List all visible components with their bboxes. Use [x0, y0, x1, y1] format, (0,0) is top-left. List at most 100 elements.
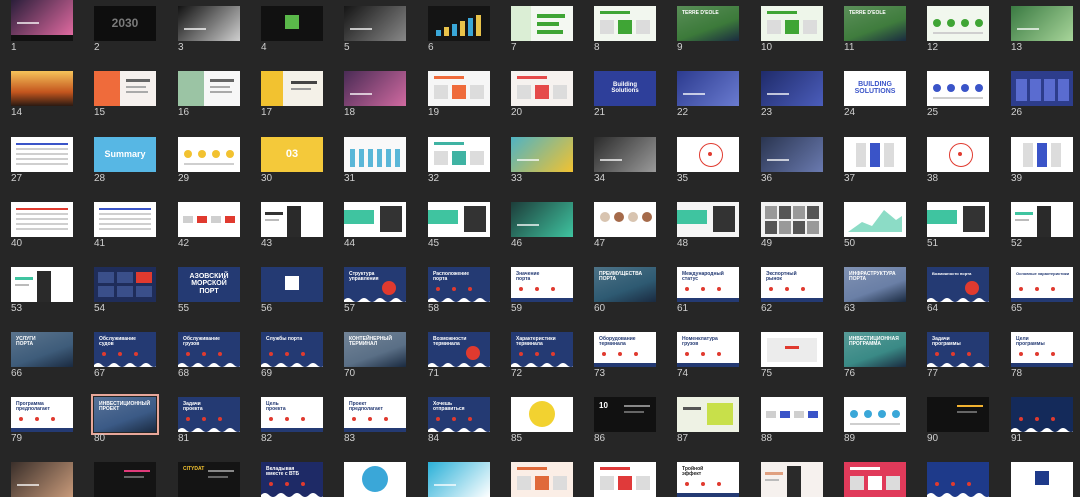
slide-thumbnail[interactable] — [511, 6, 573, 41]
slide-thumbnail[interactable] — [677, 71, 739, 106]
slide-thumbnail[interactable] — [511, 137, 573, 172]
slide-thumbnail[interactable] — [594, 462, 656, 497]
slide-thumbnail[interactable] — [927, 71, 989, 106]
slide-thumbnail[interactable] — [344, 6, 406, 41]
slide-thumbnail[interactable]: Службы порта — [261, 332, 323, 367]
slide-thumbnail[interactable] — [94, 267, 156, 302]
slide-thumbnail[interactable]: АЗОВСКИЙ МОРСКОЙ ПОРТ — [178, 267, 240, 302]
slide-thumbnail[interactable] — [594, 202, 656, 237]
slide-thumbnail[interactable] — [11, 71, 73, 106]
slide-thumbnail[interactable]: Хочешь отправиться — [428, 397, 490, 432]
slide-thumbnail[interactable]: Обслуживание грузов — [178, 332, 240, 367]
slide-thumbnail[interactable] — [927, 6, 989, 41]
slide-thumbnail[interactable]: ПРЕИМУЩЕСТВА ПОРТА — [594, 267, 656, 302]
slide-thumbnail[interactable] — [761, 332, 823, 367]
slide-thumbnail[interactable]: Задачи проекта — [178, 397, 240, 432]
slide-thumbnail[interactable]: TERRE D'EOLE — [844, 6, 906, 41]
slide-thumbnail[interactable]: ИНВЕСТИЦИОННЫЙ ПРОЕКТ — [91, 394, 159, 435]
slide-thumbnail[interactable] — [1011, 462, 1073, 497]
slide-thumbnail[interactable] — [261, 267, 323, 302]
slide-thumbnail[interactable] — [677, 397, 739, 432]
slide-thumbnail[interactable] — [761, 137, 823, 172]
slide-thumbnail[interactable] — [511, 71, 573, 106]
slide-thumbnail[interactable] — [11, 462, 73, 497]
slide-thumbnail[interactable]: Оборудование терминала — [594, 332, 656, 367]
slide-thumbnail[interactable]: УСЛУГИ ПОРТА — [11, 332, 73, 367]
slide-thumbnail[interactable]: Международный статус — [677, 267, 739, 302]
slide-thumbnail[interactable]: TERRE D'EOLE — [677, 6, 739, 41]
slide-thumbnail[interactable] — [927, 462, 989, 497]
slide-thumbnail[interactable]: КОНТЕЙНЕРНЫЙ ТЕРМИНАЛ — [344, 332, 406, 367]
slide-thumbnail[interactable] — [1011, 397, 1073, 432]
slide-thumbnail[interactable] — [677, 202, 739, 237]
slide-thumbnail[interactable] — [428, 71, 490, 106]
slide-thumbnail[interactable]: BUILDING SOLUTIONS — [844, 71, 906, 106]
slide-thumbnail[interactable] — [261, 202, 323, 237]
slide-thumbnail[interactable] — [178, 6, 240, 41]
slide-thumbnail[interactable]: 2030 — [94, 6, 156, 41]
slide-thumbnail[interactable]: Summary — [94, 137, 156, 172]
slide-thumbnail[interactable] — [178, 71, 240, 106]
slide-thumbnail[interactable]: Обслуживание судов — [94, 332, 156, 367]
slide-thumbnail[interactable] — [844, 202, 906, 237]
slide-thumbnail[interactable] — [94, 71, 156, 106]
slide-thumbnail[interactable]: Структура управления — [344, 267, 406, 302]
slide-thumbnail[interactable] — [761, 202, 823, 237]
slide-thumbnail[interactable] — [927, 397, 989, 432]
slide-thumbnail[interactable] — [344, 137, 406, 172]
slide-thumbnail[interactable] — [344, 71, 406, 106]
slide-thumbnail[interactable] — [844, 462, 906, 497]
slide-thumbnail[interactable] — [927, 202, 989, 237]
slide-thumbnail[interactable] — [1011, 6, 1073, 41]
slide-thumbnail[interactable]: 03 — [261, 137, 323, 172]
slide-thumbnail[interactable] — [428, 137, 490, 172]
slide-thumbnail[interactable] — [344, 462, 406, 497]
slide-thumbnail[interactable] — [1011, 202, 1073, 237]
slide-thumbnail[interactable]: Значение порта — [511, 267, 573, 302]
slide-thumbnail[interactable] — [11, 0, 73, 35]
slide-thumbnail[interactable] — [594, 137, 656, 172]
slide-thumbnail[interactable] — [594, 6, 656, 41]
slide-thumbnail[interactable]: ИНФРАСТРУКТУРА ПОРТА — [844, 267, 906, 302]
slide-thumbnail[interactable] — [428, 6, 490, 41]
slide-thumbnail[interactable]: Возможности порта — [927, 267, 989, 302]
slide-thumbnail[interactable] — [761, 6, 823, 41]
slide-thumbnail[interactable]: Тройной эффект — [677, 462, 739, 497]
slide-thumbnail[interactable]: ИНВЕСТИЦИОННАЯ ПРОГРАММА — [844, 332, 906, 367]
slide-thumbnail[interactable] — [428, 202, 490, 237]
slide-thumbnail[interactable]: CITYDAT — [178, 462, 240, 497]
slide-thumbnail[interactable] — [511, 202, 573, 237]
slide-thumbnail[interactable] — [428, 462, 490, 497]
slide-thumbnail[interactable]: Программа предполагает — [11, 397, 73, 432]
slide-thumbnail[interactable] — [511, 397, 573, 432]
slide-thumbnail[interactable] — [344, 202, 406, 237]
slide-thumbnail[interactable] — [1011, 137, 1073, 172]
slide-thumbnail[interactable] — [677, 137, 739, 172]
slide-thumbnail[interactable] — [761, 397, 823, 432]
slide-thumbnail[interactable] — [844, 397, 906, 432]
slide-thumbnail[interactable] — [927, 137, 989, 172]
slide-thumbnail[interactable]: Возможности терминала — [428, 332, 490, 367]
slide-thumbnail[interactable] — [11, 202, 73, 237]
slide-thumbnail[interactable]: Характеристики терминала — [511, 332, 573, 367]
slide-thumbnail[interactable] — [261, 71, 323, 106]
slide-thumbnail[interactable]: Задачи программы — [927, 332, 989, 367]
slide-thumbnail[interactable]: Building Solutions — [594, 71, 656, 106]
slide-thumbnail[interactable] — [761, 71, 823, 106]
slide-thumbnail[interactable]: Экспортный рынок — [761, 267, 823, 302]
slide-thumbnail[interactable] — [511, 462, 573, 497]
slide-thumbnail[interactable] — [1011, 71, 1073, 106]
slide-thumbnail[interactable]: Расположение порта — [428, 267, 490, 302]
slide-thumbnail[interactable] — [761, 462, 823, 497]
slide-thumbnail[interactable] — [261, 6, 323, 41]
slide-thumbnail[interactable]: 10 — [594, 397, 656, 432]
slide-thumbnail[interactable]: Основные характеристики — [1011, 267, 1073, 302]
slide-thumbnail[interactable] — [844, 137, 906, 172]
slide-thumbnail[interactable]: Номенклатура грузов — [677, 332, 739, 367]
slide-thumbnail[interactable] — [11, 137, 73, 172]
slide-thumbnail[interactable]: Цели программы — [1011, 332, 1073, 367]
slide-thumbnail[interactable]: Вкладывая вместе с ВТБ — [261, 462, 323, 497]
slide-thumbnail[interactable] — [11, 267, 73, 302]
slide-thumbnail[interactable] — [178, 137, 240, 172]
slide-thumbnail[interactable]: Проект предполагает — [344, 397, 406, 432]
